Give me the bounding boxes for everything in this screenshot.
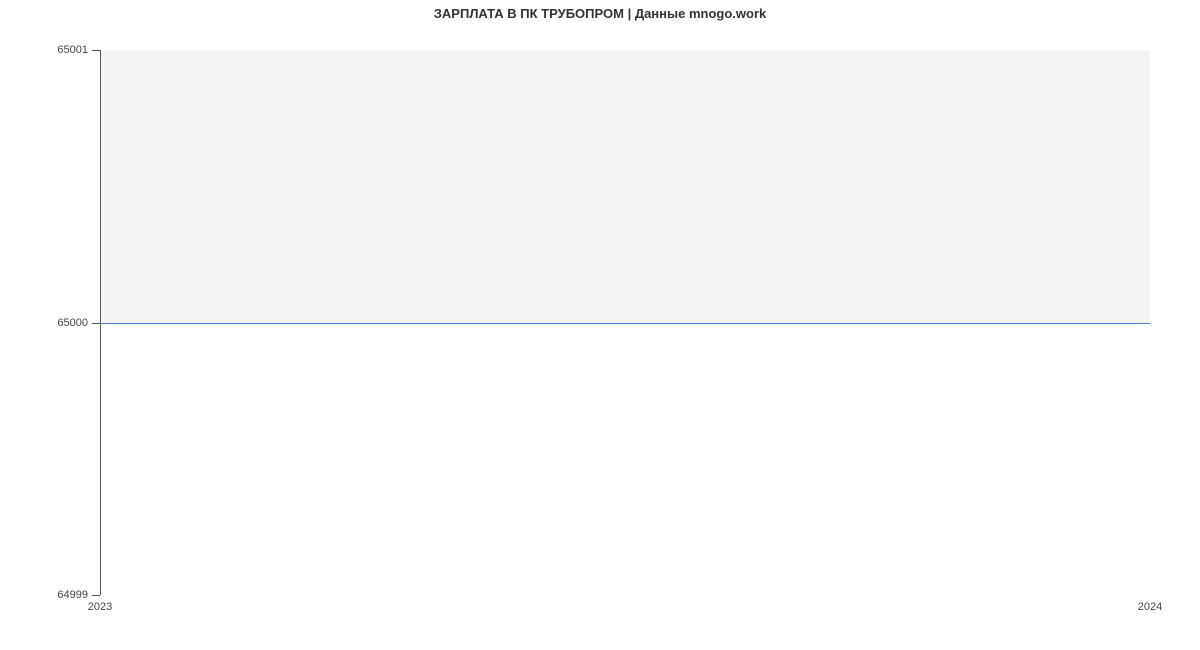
- y-tick: [92, 50, 100, 51]
- x-tick-label: 2024: [1138, 601, 1162, 613]
- data-line-salary: [100, 323, 1150, 324]
- chart-title: ЗАРПЛАТА В ПК ТРУБОПРОМ | Данные mnogo.w…: [0, 0, 1200, 21]
- y-tick-label: 65001: [57, 44, 88, 56]
- y-tick-label: 65000: [57, 317, 88, 329]
- plot-background-upper: [100, 50, 1150, 323]
- y-tick: [92, 323, 100, 324]
- chart-plot-area: 65001 65000 64999 2023 2024: [100, 50, 1150, 595]
- y-tick: [92, 595, 100, 596]
- x-tick-label: 2023: [88, 601, 112, 613]
- y-tick-label: 64999: [57, 589, 88, 601]
